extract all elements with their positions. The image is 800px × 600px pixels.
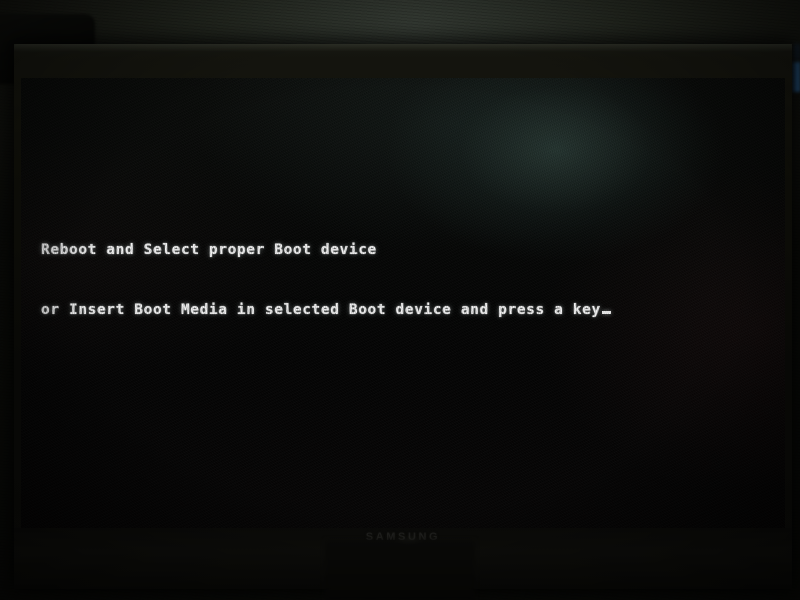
bios-message-line-1: Reboot and Select proper Boot device (41, 242, 377, 258)
bios-message-line-2: or Insert Boot Media in selected Boot de… (41, 302, 601, 318)
bios-message-line-2-wrapper: or Insert Boot Media in selected Boot de… (41, 300, 611, 320)
monitor-stand-neck (325, 540, 475, 600)
bios-boot-error-message: Reboot and Select proper Boot device or … (41, 200, 611, 360)
bezel-top-highlight (14, 44, 792, 57)
monitor: Reboot and Select proper Boot device or … (14, 44, 792, 589)
monitor-screen: Reboot and Select proper Boot device or … (21, 78, 785, 528)
text-cursor (601, 311, 611, 314)
blue-edge-glow-halo (794, 44, 800, 60)
blue-indicator-light (791, 62, 800, 92)
photograph-of-monitor: Reboot and Select proper Boot device or … (0, 0, 800, 600)
